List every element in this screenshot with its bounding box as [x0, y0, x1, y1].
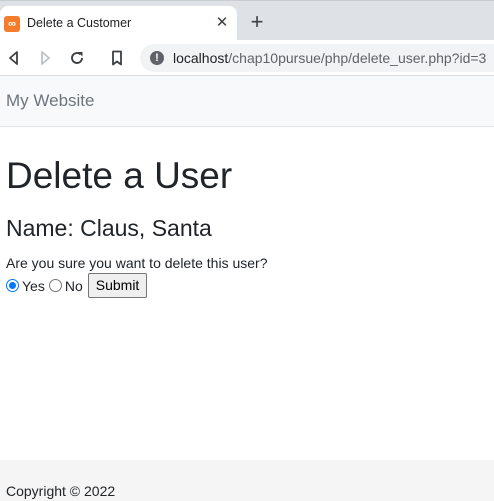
address-bar[interactable]: ! localhost/chap10pursue/php/delete_user… [140, 44, 494, 72]
confirm-question: Are you sure you want to delete this use… [6, 255, 268, 271]
xampp-icon: ∞ [4, 16, 20, 32]
delete-form: Yes No Submit [5, 273, 148, 298]
reload-icon[interactable] [66, 47, 88, 69]
info-icon[interactable]: ! [150, 51, 164, 65]
no-label[interactable]: No [65, 278, 83, 294]
no-radio[interactable] [48, 279, 62, 292]
site-brand[interactable]: My Website [6, 91, 95, 111]
copyright-text: Copyright © 2022 [6, 483, 116, 499]
plus-icon[interactable]: + [247, 11, 267, 33]
site-footer: Copyright © 2022 [0, 460, 494, 501]
url-text[interactable]: localhost/chap10pursue/php/delete_user.p… [173, 50, 486, 66]
browser-tab[interactable]: ∞ Delete a Customer ✕ [0, 6, 237, 41]
page-title: Delete a User [6, 155, 233, 196]
customer-name: Name: Claus, Santa [6, 215, 212, 241]
back-icon[interactable] [3, 47, 25, 69]
yes-radio[interactable] [6, 279, 19, 292]
tab-title: Delete a Customer [27, 16, 132, 30]
yes-label[interactable]: Yes [22, 278, 45, 294]
site-navbar: My Website [0, 76, 494, 127]
url-host: localhost [173, 50, 229, 66]
submit-button[interactable]: Submit [87, 273, 148, 298]
browser-toolbar: ! localhost/chap10pursue/php/delete_user… [0, 40, 494, 76]
bookmark-icon[interactable] [106, 47, 128, 69]
close-icon[interactable]: ✕ [214, 15, 230, 31]
forward-icon[interactable] [34, 47, 56, 69]
tab-strip: ∞ Delete a Customer ✕ + [0, 0, 494, 41]
url-path: /chap10pursue/php/delete_user.php?id=3 [228, 50, 487, 66]
